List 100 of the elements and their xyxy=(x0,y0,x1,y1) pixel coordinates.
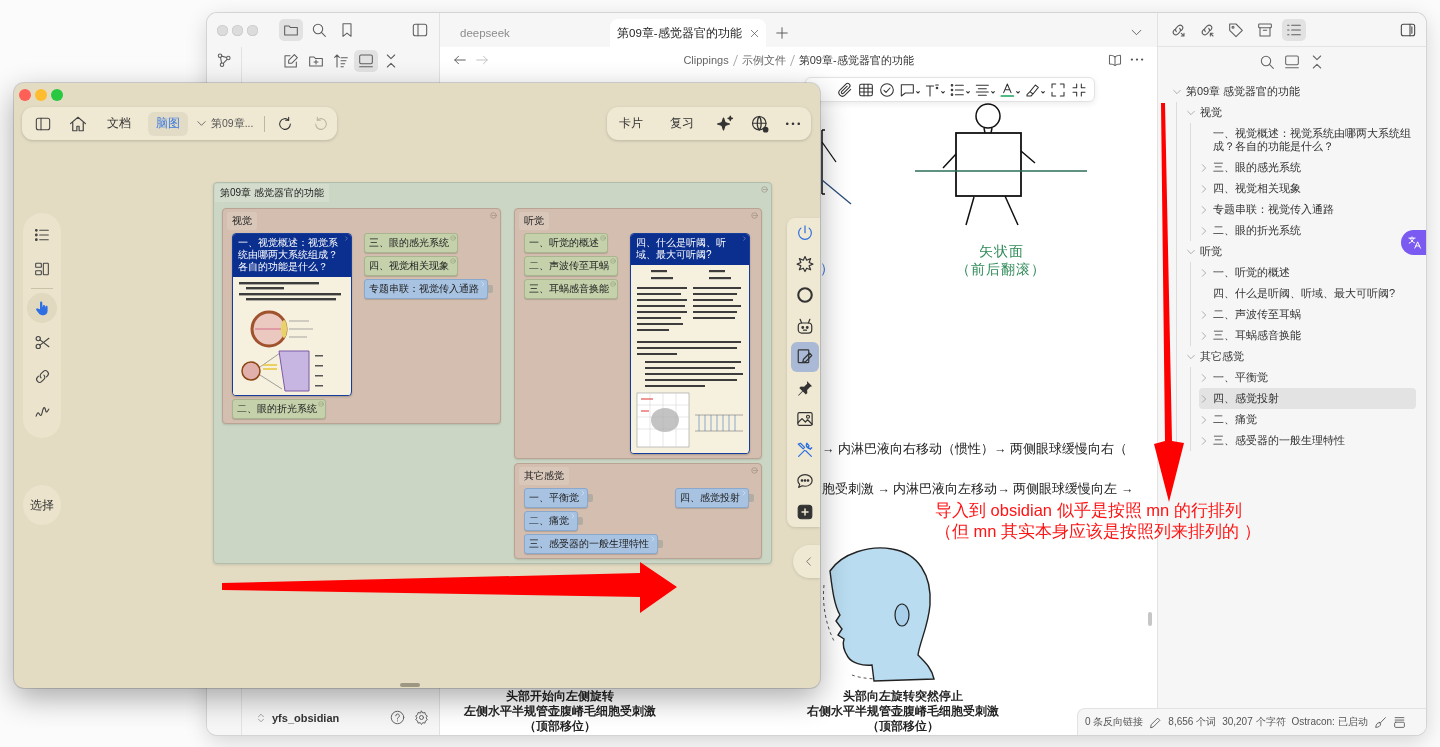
outline-item[interactable]: 听觉 xyxy=(1186,241,1222,262)
group-title[interactable]: 视觉 xyxy=(227,212,257,230)
highlighter-icon[interactable] xyxy=(1024,81,1046,98)
note-card[interactable]: 四、什么是听阈、听域、最大可听阈? xyxy=(630,233,750,454)
outline-item[interactable]: 专题串联：视觉传入通路 xyxy=(1199,199,1334,220)
sidebar-toggle-icon[interactable] xyxy=(1400,21,1416,38)
select-button[interactable]: 选择 xyxy=(23,485,61,525)
more-icon[interactable] xyxy=(785,121,801,126)
topic-node[interactable]: 二、痛觉 xyxy=(524,511,578,531)
outline-item[interactable]: 第09章 感觉器官的功能 xyxy=(1172,81,1301,102)
settings-icon[interactable] xyxy=(414,710,429,725)
outline-item[interactable]: 四、视觉相关现象 xyxy=(1199,178,1301,199)
document-title[interactable]: 第09章... xyxy=(211,116,254,131)
link-handle[interactable] xyxy=(658,540,663,548)
superscript-icon[interactable] xyxy=(924,81,946,98)
comment-icon[interactable] xyxy=(899,81,921,98)
chevron-right-icon[interactable] xyxy=(742,236,747,241)
table-icon[interactable] xyxy=(857,81,875,98)
outline-item[interactable]: 二、眼的折光系统 xyxy=(1199,220,1301,241)
chevron-down-icon[interactable] xyxy=(196,118,207,129)
panel-icon[interactable] xyxy=(1392,715,1406,729)
topic-node[interactable]: 四、感觉投射 xyxy=(675,488,749,508)
outline-item[interactable]: 四、感觉投射 xyxy=(1199,388,1416,409)
outline-item[interactable]: 一、听觉的概述 xyxy=(1199,262,1290,283)
layout-icon[interactable] xyxy=(34,261,50,277)
backlinks-count[interactable]: 0 条反向链接 xyxy=(1085,715,1144,729)
more-icon[interactable] xyxy=(1130,58,1144,62)
files-button[interactable] xyxy=(279,19,303,41)
breadcrumb-item[interactable]: 第09章-感觉器官的功能 xyxy=(798,52,914,68)
topic-node[interactable]: 专题串联：视觉传入通路 xyxy=(364,279,488,299)
outline-item[interactable]: 视觉 xyxy=(1186,102,1222,123)
group-title[interactable]: 听觉 xyxy=(519,212,549,230)
link-handle[interactable] xyxy=(578,517,583,525)
outline-button[interactable] xyxy=(1282,18,1306,41)
topic-node[interactable]: 三、眼的感光系统 xyxy=(364,233,458,253)
outline-item[interactable]: 一、平衡觉 xyxy=(1199,367,1268,388)
link-out-icon xyxy=(1199,21,1215,38)
vault-switcher[interactable]: yfs_obsidian xyxy=(256,711,340,724)
topic-node[interactable]: 一、平衡觉 xyxy=(524,488,588,508)
sparkle-icon[interactable] xyxy=(716,114,734,133)
tab[interactable]: 第09章-感觉器官的功能 xyxy=(610,19,766,47)
chevron-up-down-icon xyxy=(256,711,266,724)
list-icon[interactable] xyxy=(949,81,971,98)
topic-node[interactable]: 二、眼的折光系统 xyxy=(232,399,326,419)
home-icon[interactable] xyxy=(69,114,87,133)
mode-tab[interactable]: 文档 xyxy=(99,111,139,136)
globe-icon[interactable] xyxy=(751,114,769,133)
plugin-status[interactable]: Ostracon: 已启动 xyxy=(1291,715,1368,729)
layout-button[interactable] xyxy=(353,50,378,72)
graph-icon[interactable] xyxy=(216,52,232,68)
chevron-right-icon[interactable] xyxy=(344,236,349,241)
outline-item[interactable]: 二、声波传至耳蜗 xyxy=(1199,304,1301,325)
topic-node[interactable]: 一、听觉的概述 xyxy=(524,233,608,253)
sidebar-toggle-icon[interactable] xyxy=(412,22,428,38)
close-icon[interactable] xyxy=(749,27,760,39)
layout-icon[interactable] xyxy=(1284,54,1300,70)
outline-item[interactable]: 三、耳蜗感音换能 xyxy=(1199,325,1301,346)
search-icon[interactable] xyxy=(1259,54,1275,70)
outline-item[interactable]: 三、感受器的一般生理特性 xyxy=(1199,430,1345,451)
topic-node[interactable]: 三、感受器的一般生理特性 xyxy=(524,534,658,554)
breadcrumb-item[interactable]: 示例文件 xyxy=(741,52,786,68)
card-title[interactable]: 一、视觉概述：视觉系统由哪两大系统组成？各自的功能是什么？ xyxy=(238,237,342,273)
note-card[interactable]: 一、视觉概述：视觉系统由哪两大系统组成？各自的功能是什么？ xyxy=(232,233,352,396)
tool-button[interactable] xyxy=(790,342,819,372)
undo-icon[interactable] xyxy=(277,115,294,132)
attachment-icon[interactable] xyxy=(836,81,854,98)
toolbar-button[interactable]: 复习 xyxy=(670,116,694,131)
outline-item[interactable]: 二、痛觉 xyxy=(1199,409,1257,430)
pencil-icon[interactable] xyxy=(1149,715,1163,729)
checkbox-icon[interactable] xyxy=(878,81,896,98)
translate-button[interactable] xyxy=(1401,230,1426,255)
book-icon[interactable] xyxy=(1108,53,1122,67)
topic-node[interactable]: 三、耳蜗感音换能 xyxy=(524,279,618,299)
back-icon[interactable] xyxy=(453,53,467,67)
outline-item[interactable]: 三、眼的感光系统 xyxy=(1199,157,1301,178)
list-icon[interactable] xyxy=(34,227,50,243)
breadcrumb-item[interactable]: Clippings xyxy=(683,54,729,66)
shrink-icon[interactable] xyxy=(1070,81,1088,98)
root-topic[interactable]: 第09章 感觉器官的功能 xyxy=(215,184,329,202)
text-color-icon[interactable] xyxy=(999,81,1021,98)
topic-node[interactable]: 二、声波传至耳蜗 xyxy=(524,256,618,276)
link-handle[interactable] xyxy=(488,285,493,293)
outline-item[interactable]: 其它感觉 xyxy=(1186,346,1244,367)
toolbar-button[interactable]: 卡片 xyxy=(619,116,643,131)
link-handle[interactable] xyxy=(749,494,754,502)
sidebar-icon[interactable] xyxy=(33,115,53,132)
window-close-icon[interactable] xyxy=(19,89,31,101)
outline-item[interactable]: 一、视觉概述：视觉系统由哪两大系统组成？各自的功能是什么？ xyxy=(1199,123,1416,157)
resize-handle[interactable] xyxy=(400,683,420,687)
new-tab-icon[interactable] xyxy=(775,26,789,40)
brush-icon[interactable] xyxy=(1373,715,1387,729)
word-count: 8,656 个词 xyxy=(1168,715,1217,729)
card-title[interactable]: 四、什么是听阈、听域、最大可听阈? xyxy=(636,237,740,261)
plus-square-icon xyxy=(795,503,814,521)
group-title[interactable]: 其它感觉 xyxy=(519,467,569,485)
scrollbar-thumb[interactable] xyxy=(1148,612,1152,626)
topic-node[interactable]: 四、视觉相关现象 xyxy=(364,256,458,276)
link-handle[interactable] xyxy=(588,494,593,502)
help-icon[interactable] xyxy=(390,710,405,725)
outline-item[interactable]: 四、什么是听阈、听域、最大可听阈? xyxy=(1199,283,1396,304)
